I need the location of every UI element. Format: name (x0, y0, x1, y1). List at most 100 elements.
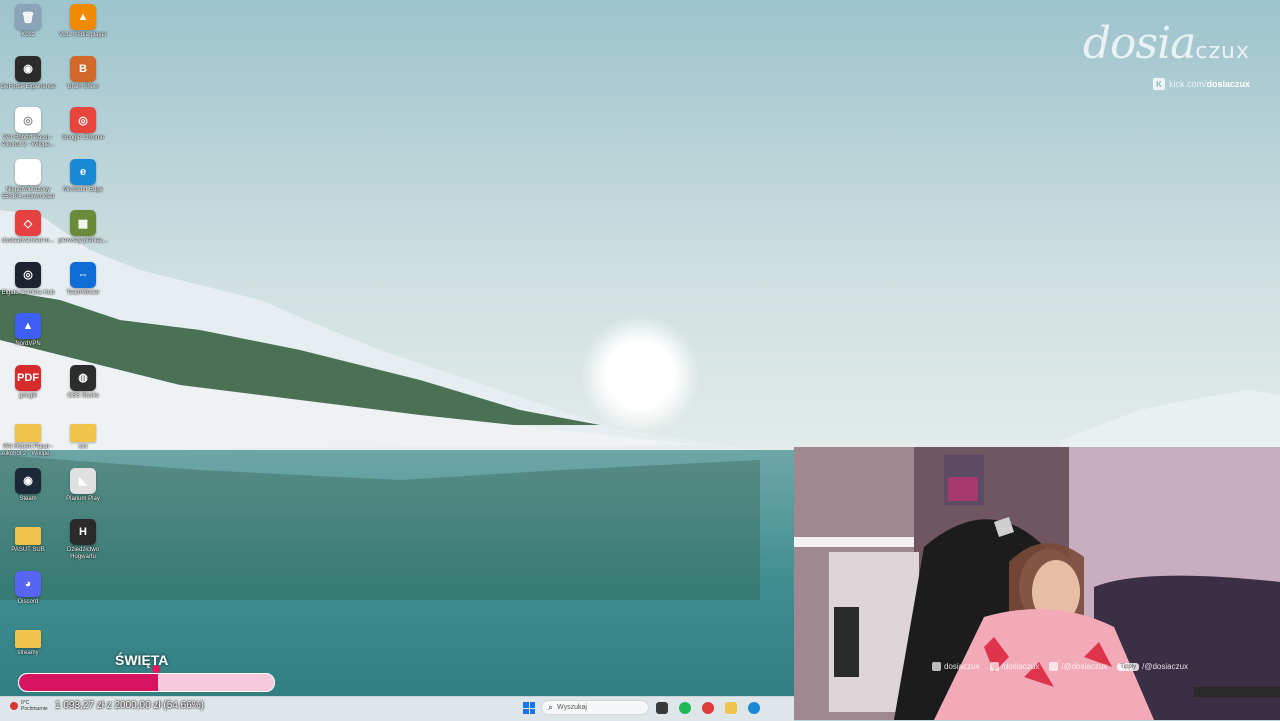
social-handles: dosiaczux/dosiaczux/@dosiaczux Tipply/@do… (932, 662, 1188, 671)
teamviewer-icon: ⇔ (70, 261, 96, 288)
weather-icon (10, 702, 18, 710)
nordvpn-icon: ▲ (15, 313, 41, 339)
desktop-icon[interactable]: ◎ Elgato Camera Hub (0, 261, 56, 297)
image-icon: ▦ (70, 210, 96, 236)
brain-show-icon: B (70, 55, 96, 82)
desktop-icon-label: GeForce Experience (0, 83, 56, 90)
desktop-icon-label: Google Chrome (61, 135, 105, 141)
nvidia-icon: ◉ (15, 55, 41, 82)
desktop-icon[interactable]: ⇔ TeamViewer (55, 261, 111, 297)
kick-url: kick.com/dosiaczux (1168, 79, 1250, 89)
kick-icon: K (1152, 78, 1165, 90)
desktop-icon-label: TeamViewer (66, 289, 100, 296)
desktop-icon[interactable]: ◉ Steam (0, 467, 56, 503)
desktop-icon[interactable]: PASUT SUB (0, 519, 56, 554)
weather-widget[interactable]: 0°C Pochmurnie (10, 700, 48, 712)
chrome-icon: ◎ (70, 107, 96, 133)
desktop-icon-label: PASUT SUB (11, 547, 45, 553)
desktop-icon[interactable]: streamy (0, 622, 56, 657)
tiktok-icon (989, 662, 999, 671)
desktop-icon[interactable]: ▦ pierwszy-pieniez... (55, 210, 111, 245)
weather-desc: Pochmurnie (21, 706, 48, 712)
desktop-icon-label: xxx (78, 444, 88, 450)
instagram-icon (932, 662, 941, 671)
trash-icon: 🗑 (15, 4, 41, 30)
discord-icon: ◕ (15, 570, 41, 597)
desktop-icon-label: Kosz (21, 32, 35, 38)
desktop-icon[interactable]: ◕ Discord (0, 570, 56, 606)
social-handle: dosiaczux (932, 662, 980, 671)
desktop-icon-label: google (18, 392, 38, 399)
webcam-overlay: dosiaczux/dosiaczux/@dosiaczux Tipply/@do… (794, 447, 1280, 720)
channel-watermark: dosiaczux K kick.com/dosiaczux (1080, 22, 1250, 90)
desktop-icon[interactable]: ◉ GeForce Experience (0, 55, 56, 91)
elgato-icon: ◎ (15, 261, 41, 288)
desktop-icon-label: VLC media player (59, 32, 107, 38)
taskbar-search[interactable]: ⌕ Wyszukaj (541, 700, 649, 715)
edge-taskbar-icon[interactable] (748, 702, 760, 714)
plarium-icon: ◣ (70, 467, 96, 494)
app-icon: ◇ (15, 210, 41, 236)
edge-icon: e (70, 158, 96, 185)
desktop-icon-label: Steam (19, 495, 37, 502)
goal-progress-bar (18, 673, 275, 692)
folder-taskbar-icon[interactable] (725, 702, 737, 714)
social-handle-text: /@dosiaczux (1061, 662, 1108, 671)
social-handle: Tipply/@dosiaczux (1117, 662, 1188, 671)
webcam-feed (794, 447, 1280, 720)
desktop-icon-label: Brain Show (67, 83, 99, 90)
desktop-icon[interactable]: Niepotwierdzony 553104.crdownload (0, 158, 56, 201)
search-placeholder: Wyszukaj (557, 704, 587, 711)
pdf-icon: PDF (15, 364, 41, 391)
desktop-icon-label: Plarium Play (66, 495, 100, 502)
desktop-icon-label: Dziedzictwo Hogwartu (66, 547, 99, 560)
social-handle-text: /@dosiaczux (1142, 662, 1189, 671)
goal-amount: 1 093,27 zł z 2000,00 zł (54.66%) (55, 700, 204, 711)
desktop-icon-label: NordVPN (15, 341, 41, 347)
spotify-icon[interactable] (679, 702, 691, 714)
start-button[interactable] (523, 702, 535, 714)
desktop-icon[interactable]: PDF google (0, 364, 56, 400)
chrome-shortcut-icon: ◎ (15, 107, 41, 133)
file-manager-icon[interactable] (656, 702, 668, 714)
vlc-icon: ▲ (70, 4, 96, 30)
folder-icon (70, 424, 96, 442)
desktop-icon[interactable]: ◎ PAI Robert Pasut - Alkohol 2 - Wikipe..… (0, 107, 56, 149)
desktop-icon-label: PAI Robert Pasut - Alkohol 2 - Wikipe... (1, 135, 55, 148)
folder-icon (15, 630, 41, 648)
desktop-icon[interactable]: ◇ dosiaadvanced-m... (0, 210, 56, 245)
desktop-icon[interactable]: ▲ VLC media player (55, 4, 111, 39)
folder-icon (15, 527, 41, 545)
app-red-icon[interactable] (702, 702, 714, 714)
desktop-icon-label: PAI Robert Pasut - Alkohol 2 - Wikipe... (1, 444, 55, 457)
desktop-icon[interactable]: PAI Robert Pasut - Alkohol 2 - Wikipe... (0, 416, 56, 458)
social-handle-text: /dosiaczux (1001, 662, 1040, 671)
youtube-icon (1049, 662, 1059, 671)
desktop-icon[interactable]: ◍ OBS Studio (55, 364, 111, 400)
desktop-icon-label: Discord (17, 598, 39, 605)
file-icon (15, 158, 41, 185)
desktop-icon[interactable]: e Microsoft Edge (55, 158, 111, 194)
desktop-icon[interactable]: H Dziedzictwo Hogwartu (55, 519, 111, 561)
hogwarts-icon: H (70, 519, 96, 545)
desktop-icon-label: OBS Studio (67, 392, 99, 399)
desktop-icon[interactable]: ▲ NordVPN (0, 313, 56, 348)
desktop-icon[interactable]: 🗑 Kosz (0, 4, 56, 39)
desktop-icon-label: streamy (17, 650, 39, 656)
folder-icon (15, 424, 41, 442)
goal-progress-fill (19, 674, 159, 691)
goal-title: ŚWIĘTA (115, 652, 169, 668)
steam-icon: ◉ (15, 467, 41, 494)
social-handle-text: dosiaczux (944, 662, 980, 671)
desktop-icon[interactable]: ◎ Google Chrome (55, 107, 111, 142)
desktop-icon-label: Elgato Camera Hub (1, 289, 55, 296)
desktop-icon-label: dosiaadvanced-m... (1, 238, 55, 244)
desktop-icon[interactable]: ◣ Plarium Play (55, 467, 111, 503)
desktop-icon-label: Microsoft Edge (62, 186, 104, 193)
tipply-icon: Tipply (1117, 662, 1140, 671)
desktop-icon[interactable]: B Brain Show (55, 55, 111, 91)
channel-logo: dosiaczux (1082, 18, 1250, 69)
desktop-icon-label: pierwszy-pieniez... (58, 238, 108, 244)
desktop-icon-label: Niepotwierdzony 553104.crdownload (1, 186, 55, 200)
desktop-icon[interactable]: xxx (55, 416, 111, 451)
